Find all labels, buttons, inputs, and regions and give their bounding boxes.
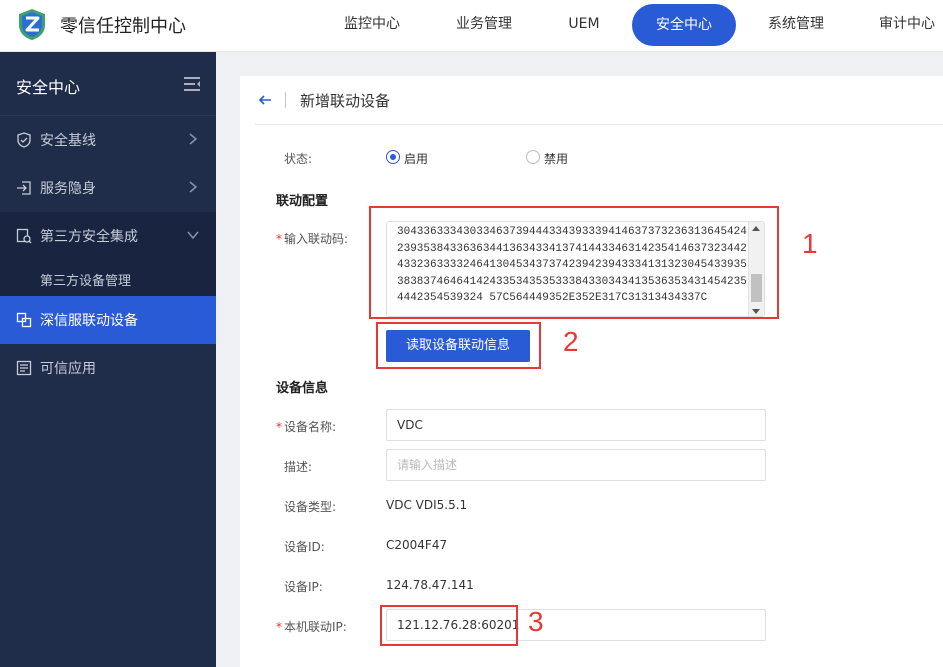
device-info-heading: 设备信息 [276,381,329,396]
linkage-code-label: * 输入联动码: [276,232,349,246]
status-label: 状态: [284,152,313,166]
nav-business[interactable]: 业务管理 [444,0,524,52]
local-ip-label: * 本机联动IP: [276,620,347,634]
nav-security[interactable]: 安全中心 [632,4,736,46]
sidebar: 安全中心 安全基线 服务隐身 第三方安全集成 第三方设备管理 深信服联动设备 可… [0,52,216,667]
device-name-label-text: 设备名称: [284,420,337,434]
sidebar-item-third-party[interactable]: 第三方安全集成 [0,212,216,260]
nav-monitor[interactable]: 监控中心 [330,0,414,52]
sidebar-item-baseline[interactable]: 安全基线 [0,116,216,164]
sidebar-item-label: 可信应用 [40,361,96,377]
sidebar-item-label: 服务隐身 [40,181,96,197]
back-arrow-icon[interactable] [258,93,272,107]
sidebar-item-trusted-app[interactable]: 可信应用 [0,344,216,392]
sidebar-item-sangfor-device[interactable]: 深信服联动设备 [0,296,216,344]
linkage-code-label-text: 输入联动码: [284,232,349,246]
chevron-right-icon [189,181,198,193]
logo-icon [19,9,45,40]
status-disabled-radio[interactable] [526,150,540,164]
sidebar-subitem-device-manage[interactable]: 第三方设备管理 [0,260,216,296]
nav-uem[interactable]: UEM [556,0,612,52]
main-panel: 新增联动设备 状态: 启用 禁用 联动配置 * 输入联动码: 3043363334… [240,76,943,667]
device-type-label: 设备类型: [284,500,337,514]
sidebar-subitem-label: 第三方设备管理 [40,274,132,289]
local-ip-label-text: 本机联动IP: [284,620,347,634]
annotation-number-2: 2 [563,326,579,357]
top-bar: 零信任控制中心 监控中心 业务管理 UEM 安全中心 系统管理 审计中心 [0,0,943,52]
device-name-label: * 设备名称: [276,420,337,434]
menu-collapse-icon[interactable] [184,77,200,91]
linkage-config-heading: 联动配置 [276,194,329,209]
nav-audit[interactable]: 审计中心 [866,0,943,52]
device-id-value: C2004F47 [386,538,448,552]
device-type-value: VDC VDI5.5.1 [386,498,468,512]
app-list-icon [16,360,32,376]
sidebar-item-label: 安全基线 [40,133,96,149]
header-divider [255,124,943,125]
device-id-label: 设备ID: [284,540,325,554]
integration-icon [16,228,32,244]
annotation-number-1: 1 [802,228,818,259]
sidebar-item-label: 第三方安全集成 [40,229,138,245]
sidebar-item-label: 深信服联动设备 [40,313,138,329]
desc-input[interactable]: 请输入描述 [386,449,766,481]
title-divider [285,92,286,108]
status-disabled-label[interactable]: 禁用 [544,150,568,167]
device-ip-label: 设备IP: [284,580,323,594]
status-enabled-radio[interactable] [386,150,400,164]
sidebar-item-stealth[interactable]: 服务隐身 [0,164,216,212]
chevron-right-icon [189,133,198,145]
device-ip-value: 124.78.47.141 [386,578,474,592]
annotation-number-3: 3 [528,606,544,637]
status-enabled-label[interactable]: 启用 [404,150,428,167]
chevron-down-icon [187,231,199,240]
login-icon [17,181,31,195]
sidebar-title: 安全中心 [16,78,81,97]
shield-icon [17,132,31,148]
device-name-input[interactable]: VDC [386,409,766,441]
annotation-box-2 [376,322,541,369]
app-title: 零信任控制中心 [60,16,186,37]
annotation-box-3 [380,605,518,646]
link-icon [16,312,32,328]
desc-label: 描述: [284,460,313,474]
sidebar-header: 安全中心 [0,52,216,116]
page-title: 新增联动设备 [300,92,391,110]
nav-system[interactable]: 系统管理 [756,0,836,52]
annotation-box-1 [369,206,779,319]
